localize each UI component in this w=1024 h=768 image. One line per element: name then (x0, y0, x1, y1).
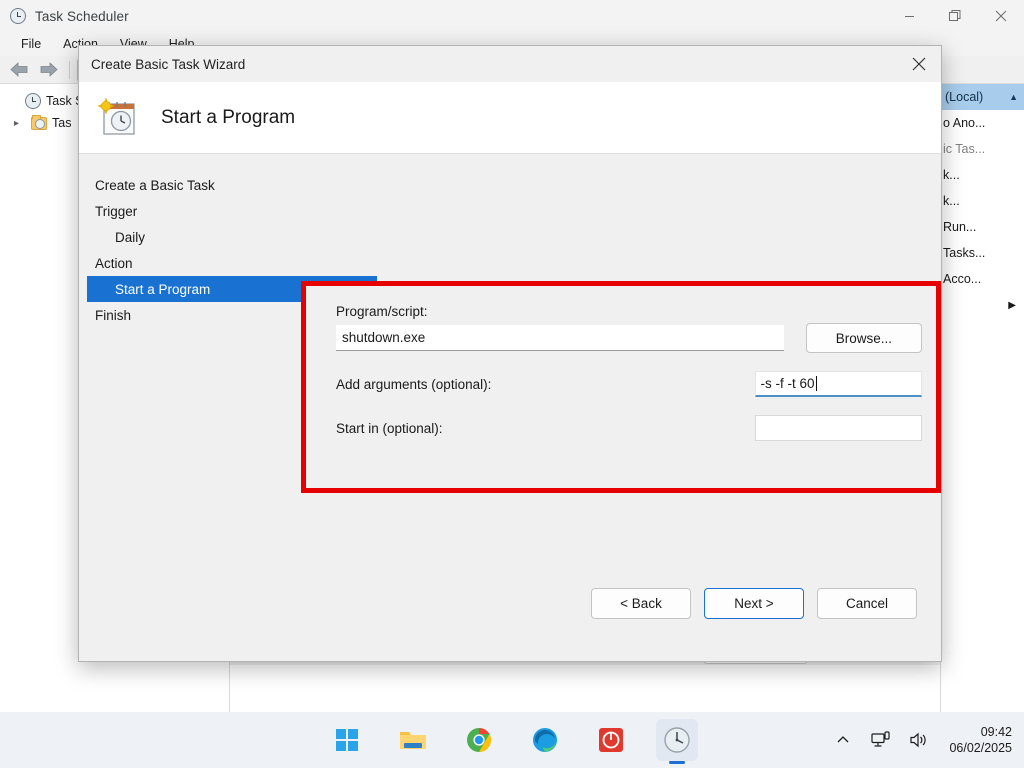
folder-clock-icon (31, 117, 47, 130)
file-explorer-icon[interactable] (392, 719, 434, 761)
start-in-input[interactable] (755, 415, 922, 441)
nav-step-daily[interactable]: Daily (87, 224, 377, 250)
chevron-right-icon[interactable]: ▸ (14, 118, 26, 129)
wizard-titlebar: Create Basic Task Wizard (79, 46, 941, 82)
chrome-icon[interactable] (458, 719, 500, 761)
program-script-row: Browse... (336, 323, 922, 353)
wizard-footer: < Back Next > Cancel (79, 583, 941, 623)
clock-icon (25, 93, 41, 109)
chevron-up-icon[interactable]: ▲ (1009, 92, 1018, 102)
add-arguments-label: Add arguments (optional): (336, 377, 755, 392)
screen: Task Scheduler (0, 0, 1024, 768)
restore-icon[interactable] (932, 0, 978, 32)
task-scheduler-icon[interactable] (656, 719, 698, 761)
actions-more-icon[interactable]: ▶ (941, 292, 1024, 318)
chevron-up-icon[interactable] (831, 728, 855, 752)
network-icon[interactable] (869, 728, 893, 752)
tree-child-label: Tas (52, 116, 71, 130)
text-caret (816, 376, 817, 391)
program-script-label: Program/script: (336, 304, 922, 319)
forward-arrow-icon[interactable] (36, 59, 62, 81)
system-tray: 09:42 06/02/2025 (831, 712, 1024, 768)
nav-step-action[interactable]: Action (87, 250, 377, 276)
nav-step-create-a-basic-task[interactable]: Create a Basic Task (87, 172, 377, 198)
minimize-icon[interactable] (886, 0, 932, 32)
volume-icon[interactable] (907, 728, 931, 752)
windows-start-icon[interactable] (326, 719, 368, 761)
next-button[interactable]: Next > (704, 588, 804, 619)
wizard-title: Create Basic Task Wizard (91, 57, 245, 72)
clock-time: 09:42 (949, 724, 1012, 740)
close-icon[interactable] (978, 0, 1024, 32)
window-titlebar: Task Scheduler (0, 0, 1024, 32)
close-icon[interactable] (897, 47, 941, 81)
wizard-heading: Start a Program (161, 107, 295, 129)
clock-date: 06/02/2025 (949, 740, 1012, 756)
nav-step-trigger[interactable]: Trigger (87, 198, 377, 224)
add-arguments-input[interactable]: -s -f -t 60 (755, 371, 922, 397)
action-item[interactable]: k... (941, 188, 1024, 214)
power-shutdown-icon[interactable] (590, 719, 632, 761)
actions-panel-title: (Local) (945, 90, 983, 104)
action-item[interactable]: ic Tas... (941, 136, 1024, 162)
clock-icon (10, 8, 26, 24)
actions-panel: (Local) ▲ o Ano... ic Tas... k... k... R… (940, 84, 1024, 712)
taskbar-icons (326, 719, 698, 761)
wizard-content: Create a Basic Task Trigger Daily Action… (79, 154, 941, 623)
taskbar: 09:42 06/02/2025 (0, 712, 1024, 768)
wizard-header: Start a Program (79, 82, 941, 154)
window-title: Task Scheduler (35, 9, 129, 24)
action-form: Program/script: Browse... Add arguments … (336, 304, 922, 441)
window-controls (886, 0, 1024, 32)
task-calendar-clock-icon (97, 98, 141, 138)
add-arguments-value: -s -f -t 60 (761, 376, 815, 391)
action-item[interactable]: Tasks... (941, 240, 1024, 266)
actions-panel-header: (Local) ▲ (941, 84, 1024, 110)
create-basic-task-wizard-dialog: Create Basic Task Wizard (78, 45, 942, 662)
add-arguments-row: Add arguments (optional): -s -f -t 60 (336, 371, 922, 397)
cancel-button[interactable]: Cancel (817, 588, 917, 619)
menu-file[interactable]: File (10, 35, 52, 53)
program-script-input[interactable] (336, 325, 784, 351)
start-in-label: Start in (optional): (336, 421, 755, 436)
action-item[interactable]: Run... (941, 214, 1024, 240)
clock[interactable]: 09:42 06/02/2025 (945, 724, 1012, 756)
edge-icon[interactable] (524, 719, 566, 761)
action-item[interactable]: o Ano... (941, 110, 1024, 136)
action-item[interactable]: Acco... (941, 266, 1024, 292)
action-item[interactable]: k... (941, 162, 1024, 188)
back-arrow-icon[interactable] (6, 59, 32, 81)
toolbar-separator (69, 61, 70, 79)
highlight-box: Program/script: Browse... Add arguments … (301, 281, 941, 493)
back-button[interactable]: < Back (591, 588, 691, 619)
start-in-row: Start in (optional): (336, 415, 922, 441)
browse-button[interactable]: Browse... (806, 323, 922, 353)
